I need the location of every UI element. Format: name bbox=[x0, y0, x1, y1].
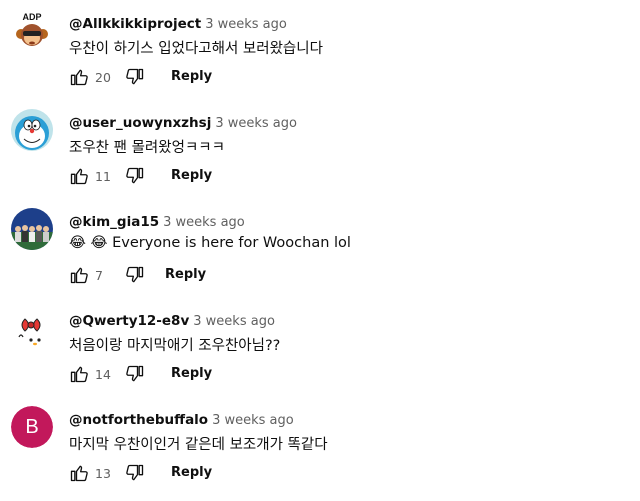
thumbs-down-icon[interactable] bbox=[125, 166, 145, 186]
reply-button[interactable]: Reply bbox=[171, 69, 212, 84]
like-count: 13 bbox=[95, 466, 111, 481]
monkey-logo-icon: ADP bbox=[11, 10, 53, 52]
letter-avatar-icon: B bbox=[11, 406, 53, 448]
comment-timestamp[interactable]: 3 weeks ago bbox=[215, 116, 297, 131]
comment-text: 우찬이 하기스 입었다고해서 보러왔습니다 bbox=[69, 41, 323, 57]
comment-author[interactable]: @user_uowynxzhsj bbox=[69, 115, 211, 131]
comment-actions: 14 Reply bbox=[69, 364, 269, 386]
comment-text: 조우찬 팬 몰려왔엉ㅋㅋㅋ bbox=[69, 140, 225, 156]
avatar[interactable] bbox=[11, 307, 53, 349]
avatar[interactable]: ADP bbox=[11, 10, 53, 52]
doraemon-icon bbox=[11, 109, 53, 151]
thumbs-up-icon[interactable] bbox=[69, 166, 89, 186]
reply-button[interactable]: Reply bbox=[171, 465, 212, 480]
comment-timestamp[interactable]: 3 weeks ago bbox=[205, 17, 287, 32]
comment-item: ADP @Allkkikkiproject 3 weeks ago 우찬이 하기스… bbox=[0, 0, 640, 99]
comment-item: B @notforthebuffalo 3 weeks ago 마지막 우찬이인거… bbox=[0, 396, 640, 495]
like-count: 14 bbox=[95, 367, 111, 382]
comment-header: @Qwerty12-e8v 3 weeks ago bbox=[69, 310, 275, 329]
thumbs-up-icon[interactable] bbox=[69, 67, 89, 87]
like-count: 7 bbox=[95, 268, 103, 283]
hello-kitty-icon bbox=[11, 307, 53, 349]
thumbs-down-icon[interactable] bbox=[125, 67, 145, 87]
thumbs-down-icon[interactable] bbox=[125, 463, 145, 483]
avatar[interactable] bbox=[11, 109, 53, 151]
thumbs-up-icon[interactable] bbox=[69, 463, 89, 483]
comment-text: 😂 😂 Everyone is here for Woochan lol bbox=[69, 235, 351, 251]
thumbs-down-icon[interactable] bbox=[125, 265, 145, 285]
avatar-logo-text: ADP bbox=[22, 12, 41, 22]
reply-button[interactable]: Reply bbox=[171, 366, 212, 381]
comment-header: @Allkkikkiproject 3 weeks ago bbox=[69, 13, 287, 32]
comment-timestamp[interactable]: 3 weeks ago bbox=[193, 314, 275, 329]
reply-button[interactable]: Reply bbox=[165, 267, 206, 282]
like-count: 20 bbox=[95, 70, 111, 85]
thumbs-down-icon[interactable] bbox=[125, 364, 145, 384]
comment-timestamp[interactable]: 3 weeks ago bbox=[212, 413, 294, 428]
comment-text: 처음이랑 마지막애기 조우찬아님?? bbox=[69, 338, 281, 354]
avatar[interactable]: B bbox=[11, 406, 53, 448]
reply-button[interactable]: Reply bbox=[171, 168, 212, 183]
thumbs-up-icon[interactable] bbox=[69, 265, 89, 285]
comment-item: @user_uowynxzhsj 3 weeks ago 조우찬 팬 몰려왔엉ㅋㅋ… bbox=[0, 99, 640, 198]
comment-timestamp[interactable]: 3 weeks ago bbox=[163, 215, 245, 230]
comment-actions: 13 Reply bbox=[69, 463, 269, 485]
comment-actions: 7 Reply bbox=[69, 265, 269, 287]
comment-header: @kim_gia15 3 weeks ago bbox=[69, 211, 245, 230]
comment-text: 마지막 우찬이인거 같은데 보조개가 똑같다 bbox=[69, 437, 328, 453]
like-count: 11 bbox=[95, 169, 111, 184]
comment-header: @notforthebuffalo 3 weeks ago bbox=[69, 409, 294, 428]
comment-actions: 11 Reply bbox=[69, 166, 269, 188]
comment-author[interactable]: @kim_gia15 bbox=[69, 214, 159, 230]
comment-author[interactable]: @notforthebuffalo bbox=[69, 412, 208, 428]
comment-item: @Qwerty12-e8v 3 weeks ago 처음이랑 마지막애기 조우찬아… bbox=[0, 297, 640, 396]
comment-item: @kim_gia15 3 weeks ago 😂 😂 Everyone is he… bbox=[0, 198, 640, 297]
group-photo-icon bbox=[11, 208, 53, 250]
comment-header: @user_uowynxzhsj 3 weeks ago bbox=[69, 112, 297, 131]
comment-actions: 20 Reply bbox=[69, 67, 269, 89]
avatar[interactable] bbox=[11, 208, 53, 250]
comment-author[interactable]: @Allkkikkiproject bbox=[69, 16, 201, 32]
comment-author[interactable]: @Qwerty12-e8v bbox=[69, 313, 189, 329]
thumbs-up-icon[interactable] bbox=[69, 364, 89, 384]
